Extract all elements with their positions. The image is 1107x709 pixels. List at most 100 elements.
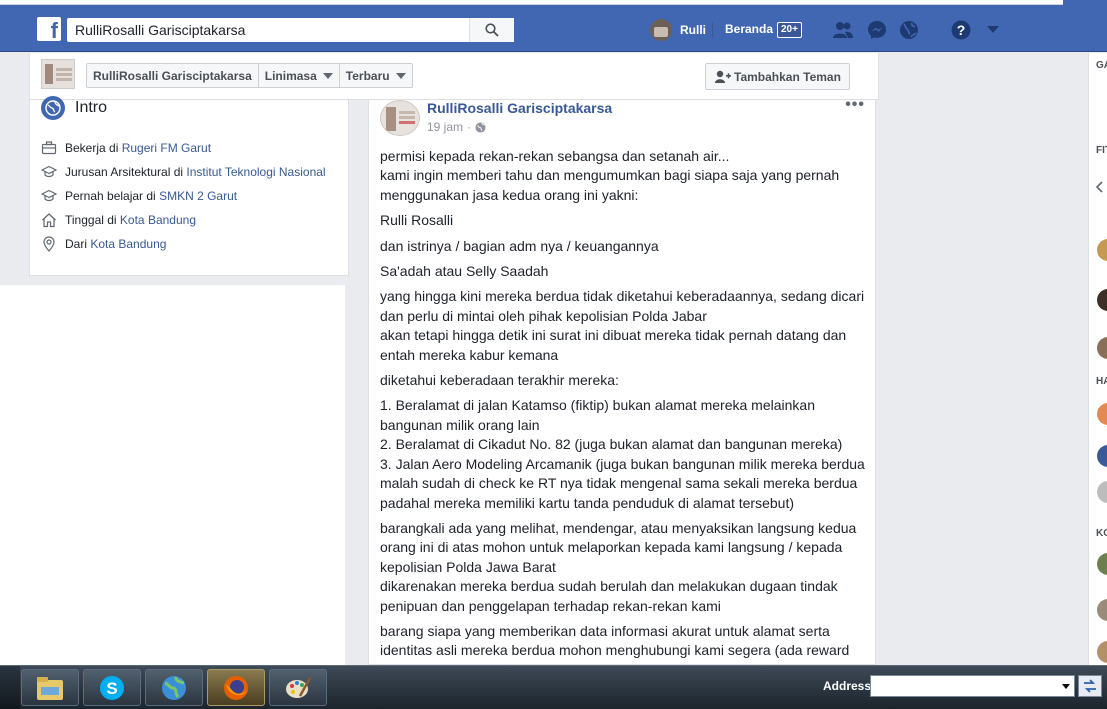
svg-text:S: S bbox=[106, 679, 117, 698]
lives-in-link[interactable]: Kota Bandung bbox=[120, 213, 196, 227]
meta-separator: · bbox=[467, 120, 472, 134]
search-input[interactable] bbox=[67, 18, 469, 42]
intro-item-work: Bekerja di Rugeri FM Garut bbox=[41, 140, 341, 156]
university-link[interactable]: Institut Teknologi Nasional bbox=[186, 165, 325, 179]
chevron-down-icon[interactable] bbox=[1062, 684, 1070, 689]
contact-avatar[interactable] bbox=[1097, 337, 1107, 359]
address-bar[interactable] bbox=[870, 675, 1075, 697]
post-paragraph: 1. Beralamat di jalan Katamso (fiktip) b… bbox=[380, 397, 865, 511]
avatar bbox=[650, 19, 672, 41]
briefcase-icon bbox=[41, 141, 57, 155]
intro-item-from: Dari Kota Bandung bbox=[41, 236, 341, 252]
nav-divider bbox=[712, 22, 713, 38]
address-go-button[interactable] bbox=[1078, 675, 1102, 697]
skype-icon: S bbox=[100, 675, 124, 700]
crumb-recent-dropdown[interactable]: Terbaru bbox=[340, 64, 412, 87]
add-friend-icon bbox=[715, 70, 731, 83]
taskbar-app-skype[interactable]: S bbox=[83, 669, 141, 706]
post-options-more-icon[interactable]: ••• bbox=[845, 100, 865, 114]
chat-sidebar: GA FIT HA KO bbox=[1088, 53, 1107, 665]
sidebar-label: HA bbox=[1096, 376, 1107, 387]
post-author-name[interactable]: RulliRosalli Garisciptakarsa bbox=[427, 100, 612, 116]
contact-avatar[interactable] bbox=[1097, 481, 1107, 503]
intro-title: Intro bbox=[75, 99, 108, 116]
go-arrow-icon bbox=[1084, 679, 1096, 693]
home-icon bbox=[42, 213, 56, 228]
intro-list: Bekerja di Rugeri FM Garut Jurusan Arsit… bbox=[41, 140, 341, 260]
search-box[interactable] bbox=[67, 18, 514, 42]
sidebar-label: FIT bbox=[1096, 145, 1107, 156]
globe-browser-icon bbox=[162, 675, 186, 700]
globe-icon[interactable] bbox=[475, 121, 486, 133]
post-paragraph: diketahui keberadaan terakhir mereka: bbox=[380, 372, 619, 389]
taskbar-app-browser[interactable] bbox=[145, 669, 203, 706]
contact-avatar[interactable] bbox=[1097, 289, 1107, 311]
graduation-cap-icon bbox=[41, 189, 57, 202]
start-edge[interactable] bbox=[0, 666, 20, 709]
add-friend-button[interactable]: Tambahkan Teman bbox=[705, 63, 850, 90]
taskbar-app-firefox[interactable] bbox=[207, 669, 265, 706]
nav-profile-link[interactable]: Rulli bbox=[650, 19, 706, 41]
intro-item-lives-in: Tinggal di Kota Bandung bbox=[41, 212, 341, 228]
post-meta: 19 jam · bbox=[427, 120, 486, 134]
post-paragraph: barangkali ada yang melihat, mendengar, … bbox=[380, 519, 857, 614]
intro-header: Intro bbox=[41, 96, 107, 120]
hometown-link[interactable]: Kota Bandung bbox=[90, 237, 166, 251]
post-paragraph: dan istrinya / bagian adm nya / keuangan… bbox=[380, 237, 659, 254]
facebook-logo-icon[interactable]: f bbox=[37, 17, 61, 42]
intro-item-study-major: Jurusan Arsitektural di Institut Teknolo… bbox=[41, 164, 341, 180]
contact-avatar[interactable] bbox=[1097, 599, 1107, 621]
globe-icon bbox=[41, 96, 65, 120]
graduation-cap-icon bbox=[41, 165, 57, 178]
sidebar-label: GA bbox=[1096, 60, 1107, 71]
crumb-profile-name[interactable]: RulliRosalli Garisciptakarsa bbox=[87, 64, 259, 87]
home-count-badge: 20+ bbox=[777, 22, 802, 38]
work-link[interactable]: Rugeri FM Garut bbox=[122, 141, 211, 155]
timeline-post: RulliRosalli Garisciptakarsa 19 jam · ••… bbox=[368, 100, 876, 665]
contact-avatar[interactable] bbox=[1097, 403, 1107, 425]
address-label: Address bbox=[823, 679, 872, 693]
post-timestamp[interactable]: 19 jam bbox=[427, 120, 463, 134]
crumb-timeline-dropdown[interactable]: Linimasa bbox=[259, 64, 340, 87]
contact-avatar[interactable] bbox=[1097, 641, 1107, 663]
browser-strip bbox=[0, 0, 1063, 5]
location-pin-icon bbox=[43, 236, 55, 252]
friend-requests-icon[interactable] bbox=[832, 19, 854, 41]
post-body: permisi kepada rekan-rekan sebangsa dan … bbox=[380, 147, 870, 664]
post-paragraph: permisi kepada rekan-rekan sebangsa dan … bbox=[380, 148, 840, 203]
intro-item-school: Pernah belajar di SMKN 2 Garut bbox=[41, 188, 341, 204]
messenger-icon[interactable] bbox=[866, 19, 888, 41]
post-paragraph: yang hingga kini mereka berdua tidak dik… bbox=[380, 288, 865, 363]
taskbar-app-file-explorer[interactable] bbox=[21, 669, 79, 706]
svg-text:?: ? bbox=[957, 22, 966, 38]
post-author-avatar[interactable] bbox=[380, 100, 420, 136]
sidebar-label: KO bbox=[1096, 528, 1107, 539]
contact-avatar[interactable] bbox=[1097, 553, 1107, 575]
account-menu-chevron-down-icon[interactable] bbox=[982, 19, 1004, 41]
blank-area bbox=[0, 285, 345, 670]
contact-avatar[interactable] bbox=[1097, 445, 1107, 467]
home-link[interactable]: Beranda bbox=[725, 22, 773, 36]
search-icon bbox=[485, 23, 499, 37]
top-navigation-bar: f Rulli Beranda 20+ ? bbox=[0, 0, 1107, 52]
contact-avatar[interactable] bbox=[1097, 239, 1107, 261]
profile-thumbnail[interactable] bbox=[41, 59, 75, 89]
intro-card: Intro Bekerja di Rugeri FM Garut Jurusan… bbox=[29, 96, 349, 276]
firefox-icon bbox=[224, 675, 248, 700]
address-input[interactable] bbox=[871, 676, 1056, 696]
file-explorer-icon bbox=[37, 676, 63, 700]
paint-icon bbox=[286, 676, 312, 698]
post-paragraph: barang siapa yang memberikan data inform… bbox=[380, 622, 850, 664]
chevron-down-icon bbox=[395, 72, 406, 79]
breadcrumb: RulliRosalli Garisciptakarsa Linimasa Te… bbox=[86, 63, 413, 88]
post-paragraph: Rulli Rosalli bbox=[380, 212, 454, 229]
help-icon[interactable]: ? bbox=[950, 19, 972, 41]
post-paragraph: Sa'adah atau Selly Saadah bbox=[380, 263, 549, 280]
chevron-left-icon[interactable] bbox=[1095, 181, 1103, 193]
search-button[interactable] bbox=[469, 18, 514, 42]
taskbar-app-paint[interactable] bbox=[269, 669, 327, 706]
nav-user-name: Rulli bbox=[680, 23, 706, 37]
profile-subheader: RulliRosalli Garisciptakarsa Linimasa Te… bbox=[29, 53, 879, 100]
school-link[interactable]: SMKN 2 Garut bbox=[159, 189, 237, 203]
notifications-globe-icon[interactable] bbox=[898, 19, 920, 41]
